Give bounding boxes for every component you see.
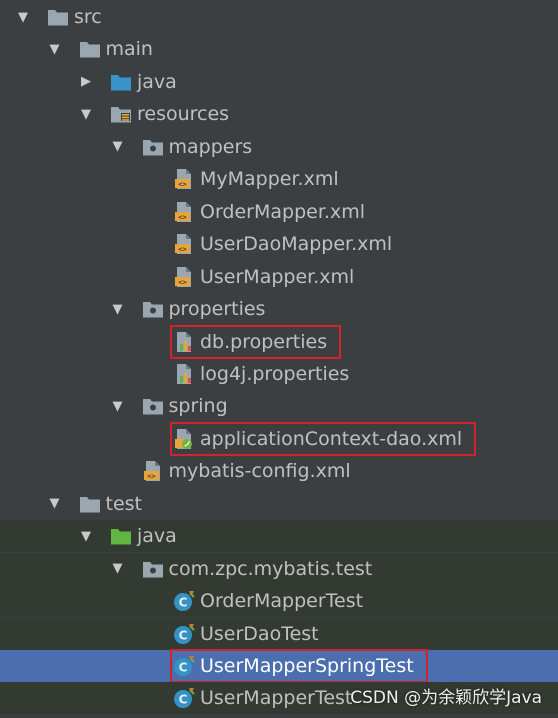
svg-text:<>: <>: [178, 278, 186, 286]
tree-node[interactable]: <> MyMapper.xml: [0, 163, 558, 195]
tree-node[interactable]: C OrderMapperTest: [0, 585, 558, 618]
collapse-arrow-icon[interactable]: ▼: [77, 98, 95, 130]
svg-text:<>: <>: [178, 213, 186, 221]
xml-file-icon: <>: [172, 233, 196, 255]
package-icon: [141, 298, 165, 320]
tree-node-label: properties: [168, 298, 266, 321]
tree-node-label: log4j.properties: [200, 362, 350, 385]
tree-node[interactable]: log4j.properties: [0, 358, 558, 390]
tree-node-label: spring: [168, 395, 228, 418]
tree-node[interactable]: ▼ mappers: [0, 131, 558, 163]
svg-text:C: C: [179, 661, 188, 675]
tree-node-label: MyMapper.xml: [200, 168, 339, 191]
collapse-arrow-icon[interactable]: ▼: [46, 33, 64, 65]
tree-node[interactable]: <> UserMapper.xml: [0, 261, 558, 293]
package-icon: [141, 558, 165, 580]
properties-file-icon: [172, 331, 196, 353]
collapse-arrow-icon[interactable]: ▼: [109, 293, 127, 325]
tree-node[interactable]: ▼ spring: [0, 390, 558, 422]
tree-node-label: main: [105, 38, 153, 61]
tree-node[interactable]: <> mybatis-config.xml: [0, 455, 558, 487]
svg-text:C: C: [179, 628, 188, 642]
tree-node-label: UserMapper.xml: [200, 265, 355, 288]
spring-xml-file-icon: [172, 428, 196, 450]
tree-node-label: db.properties: [200, 330, 328, 353]
tree-node[interactable]: ▼ java: [0, 520, 558, 553]
tree-node-label: OrderMapper.xml: [200, 200, 365, 223]
tree-node[interactable]: C UserMapperSpringTest: [0, 650, 558, 682]
tree-node[interactable]: <> UserDaoMapper.xml: [0, 228, 558, 260]
test-folder-icon: [109, 525, 133, 547]
svg-text:<>: <>: [147, 473, 155, 481]
test-class-icon: C: [172, 623, 196, 645]
tree-node[interactable]: ▶ java: [0, 66, 558, 98]
tree-node[interactable]: ▼ resources: [0, 98, 558, 130]
project-tree: ▼ src ▼ main ▶ java ▼ resources ▼ mappers <> MyM…: [0, 0, 558, 718]
watermark: CSDN @为余颖欣学Java: [350, 688, 542, 708]
tree-node-label: UserMapperSpringTest: [200, 655, 414, 677]
tree-node[interactable]: <> OrderMapper.xml: [0, 196, 558, 228]
expand-arrow-icon[interactable]: ▶: [77, 66, 95, 98]
test-class-icon: C: [172, 687, 196, 709]
collapse-arrow-icon[interactable]: ▼: [109, 390, 127, 422]
tree-node-label: mappers: [168, 135, 253, 158]
folder-icon: [109, 71, 133, 93]
xml-file-icon: <>: [172, 266, 196, 288]
collapse-arrow-icon[interactable]: ▼: [109, 553, 127, 585]
package-icon: [141, 136, 165, 158]
tree-node-label: OrderMapperTest: [200, 590, 364, 613]
tree-node-label: java: [137, 70, 177, 93]
collapse-arrow-icon[interactable]: ▼: [77, 520, 95, 552]
tree-node[interactable]: db.properties: [0, 326, 558, 358]
xml-file-icon: <>: [141, 460, 165, 482]
tree-node[interactable]: applicationContext-dao.xml: [0, 423, 558, 455]
tree-node[interactable]: ▼ src: [0, 1, 558, 33]
tree-node[interactable]: ▼ com.zpc.mybatis.test: [0, 552, 558, 585]
xml-file-icon: <>: [172, 201, 196, 223]
svg-text:<>: <>: [178, 181, 186, 189]
xml-file-icon: <>: [172, 168, 196, 190]
folder-icon: [78, 38, 102, 60]
tree-node-label: java: [137, 525, 177, 548]
folder-icon: [46, 6, 70, 28]
tree-node[interactable]: ▼ main: [0, 33, 558, 65]
tree-node-label: src: [74, 6, 102, 28]
tree-node[interactable]: C UserDaoTest: [0, 617, 558, 650]
collapse-arrow-icon[interactable]: ▼: [46, 488, 64, 520]
properties-file-icon: [172, 363, 196, 385]
tree-node-label: UserMapperTest: [200, 687, 353, 710]
tree-node-label: UserDaoTest: [200, 622, 319, 645]
tree-node-label: test: [105, 492, 143, 515]
test-class-icon: C: [172, 655, 196, 677]
tree-node-label: UserDaoMapper.xml: [200, 233, 393, 256]
tree-node-label: applicationContext-dao.xml: [200, 427, 463, 450]
folder-icon: [78, 493, 102, 515]
tree-node[interactable]: ▼ properties: [0, 293, 558, 325]
tree-node[interactable]: ▼ test: [0, 488, 558, 520]
svg-text:C: C: [179, 596, 188, 610]
tree-node-label: resources: [137, 103, 230, 126]
package-icon: [141, 395, 165, 417]
resources-folder-icon: [109, 103, 133, 125]
collapse-arrow-icon[interactable]: ▼: [14, 1, 32, 33]
test-class-icon: C: [172, 590, 196, 612]
collapse-arrow-icon[interactable]: ▼: [109, 131, 127, 163]
svg-text:<>: <>: [178, 245, 186, 253]
svg-text:C: C: [179, 693, 188, 707]
tree-node-label: mybatis-config.xml: [168, 460, 351, 483]
tree-node-label: com.zpc.mybatis.test: [168, 557, 373, 580]
